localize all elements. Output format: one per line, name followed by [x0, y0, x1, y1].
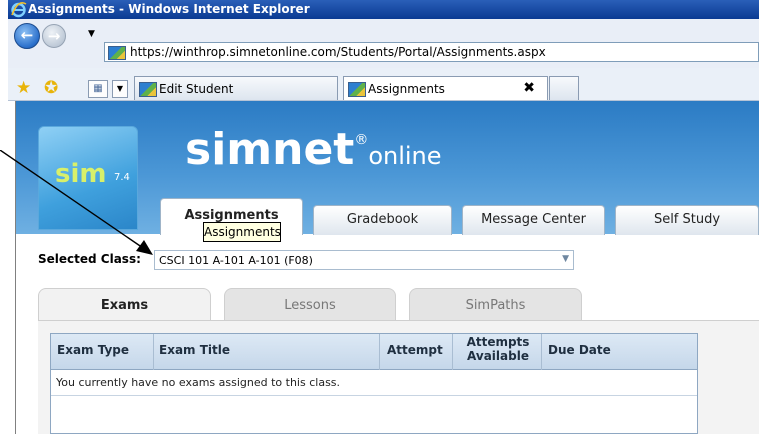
browser-tab-edit-student[interactable]: Edit Student	[134, 76, 338, 100]
tab-favicon-icon	[139, 82, 157, 97]
new-tab-button[interactable]	[549, 76, 579, 100]
favorites-star-icon[interactable]: ★	[16, 78, 31, 98]
address-url: https://winthrop.simnetonline.com/Studen…	[130, 45, 546, 59]
column-divider	[452, 334, 453, 370]
column-header-exam-type[interactable]: Exam Type	[57, 343, 129, 357]
browser-tab-assignments[interactable]: Assignments ✖	[343, 76, 548, 100]
close-tab-icon[interactable]: ✖	[523, 80, 535, 96]
column-header-due-date[interactable]: Due Date	[548, 343, 611, 357]
tab-exams[interactable]: Exams	[38, 288, 211, 320]
column-divider	[153, 334, 154, 370]
back-arrow-icon: ←	[20, 26, 34, 44]
tab-list-dropdown-icon[interactable]: ▼	[112, 80, 128, 98]
chevron-down-icon[interactable]: ▼	[562, 254, 569, 264]
internet-explorer-icon	[11, 2, 27, 18]
tab-favicon-icon	[348, 82, 366, 97]
row-divider	[51, 395, 697, 396]
annotation-arrow	[0, 150, 153, 255]
recent-pages-dropdown-icon[interactable]: ▼	[88, 29, 95, 39]
address-bar[interactable]: https://winthrop.simnetonline.com/Studen…	[104, 42, 759, 62]
column-header-exam-title[interactable]: Exam Title	[159, 343, 230, 357]
browser-tab-label: Edit Student	[159, 82, 234, 96]
column-divider	[379, 334, 380, 370]
tab-simpaths[interactable]: SimPaths	[409, 288, 582, 320]
empty-table-message: You currently have no exams assigned to …	[56, 376, 341, 389]
window-title: Assignments - Windows Internet Explorer	[28, 2, 310, 16]
tab-message-center[interactable]: Message Center	[462, 205, 605, 235]
column-header-attempts-available[interactable]: Attempts Available	[466, 335, 530, 363]
browser-tab-label: Assignments	[368, 82, 445, 96]
site-favicon-icon	[108, 46, 126, 60]
brand-suffix: online	[368, 142, 442, 170]
add-favorites-icon[interactable]: ✪	[44, 78, 58, 98]
class-select[interactable]: CSCI 101 A-101 A-101 (F08) ▼	[154, 250, 574, 270]
tab-self-study[interactable]: Self Study	[615, 205, 759, 235]
quick-tabs-icon[interactable]: ▦	[88, 80, 108, 98]
forward-arrow-icon: →	[47, 27, 61, 45]
tab-lessons[interactable]: Lessons	[224, 288, 396, 320]
column-divider	[541, 334, 542, 370]
back-button[interactable]: ←	[14, 23, 40, 49]
column-header-attempt[interactable]: Attempt	[387, 343, 443, 357]
assignments-tooltip: Assignments	[203, 222, 281, 242]
brand-name: simnet	[185, 124, 355, 175]
class-select-value: CSCI 101 A-101 A-101 (F08)	[159, 254, 313, 267]
brand-registered: ®	[354, 132, 369, 148]
brand-wordmark: simnet®online	[185, 124, 442, 175]
forward-button[interactable]: →	[42, 24, 66, 48]
window-title-bar: Assignments - Windows Internet Explorer	[8, 0, 759, 19]
tab-gradebook[interactable]: Gradebook	[313, 205, 452, 235]
